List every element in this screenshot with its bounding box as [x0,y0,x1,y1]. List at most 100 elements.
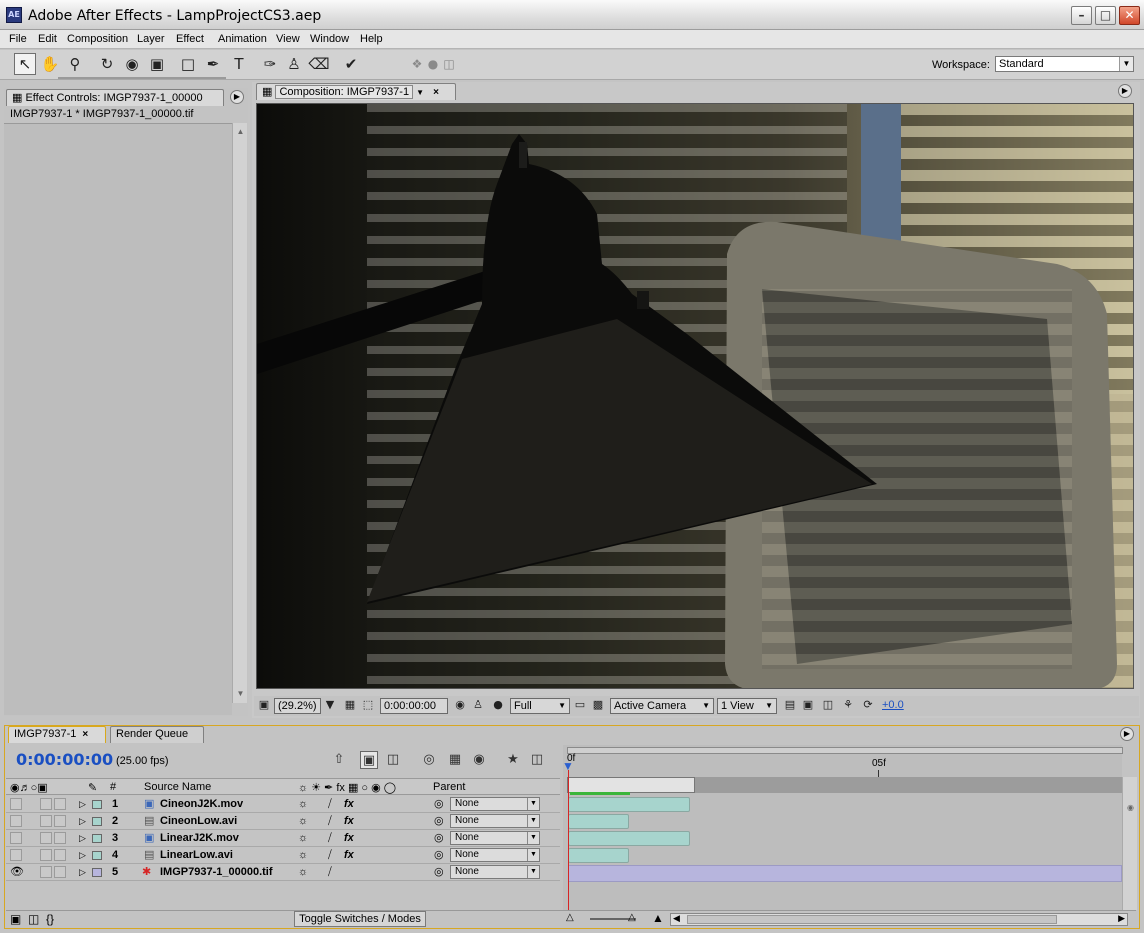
quality-switch-icon[interactable]: ⧸ [328,813,332,829]
mask-visibility-icon[interactable]: ⬚ [360,698,376,714]
minimize-button[interactable]: – [1071,6,1092,25]
snapshot-icon[interactable]: ◉ [452,698,468,714]
menu-animation[interactable]: Animation [218,33,267,45]
solo-switch[interactable] [40,866,52,878]
layer-row[interactable]: ▷ 4 ▤ LinearLow.avi ☼ ⧸ fx ◎ None ▼ [6,847,560,864]
puppet-pin-tool-icon[interactable]: ✔ [340,53,362,75]
panel-menu-icon[interactable]: ▶ [1118,84,1132,98]
rectangle-mask-tool-icon[interactable]: □ [177,53,199,75]
effects-switch-icon[interactable]: fx [344,796,354,812]
resolution-select[interactable]: Full ▼ [510,698,570,714]
zoom-tool-icon[interactable]: ⚲ [64,53,86,75]
maximize-button[interactable]: □ [1095,6,1116,25]
always-preview-icon[interactable]: ▣ [256,698,272,714]
solo-switch[interactable] [40,849,52,861]
timeline-icon[interactable]: ◫ [820,698,836,714]
layer-label-color[interactable] [92,868,102,877]
quality-switch-icon[interactable]: ⧸ [328,796,332,812]
solo-switch[interactable] [40,798,52,810]
graph-editor-icon[interactable]: ◫ [528,751,546,769]
tab-composition[interactable]: ▦ Composition: IMGP7937-1 ▼ × [256,83,456,100]
parent-select[interactable]: None ▼ [450,814,540,828]
transparency-grid-icon[interactable]: ▩ [590,698,606,714]
fast-previews-icon[interactable]: ▣ [800,698,816,714]
effect-controls-scrollbar[interactable]: ▲ ▼ [232,123,247,703]
comp-mini-flowchart-icon[interactable]: ⇧ [330,751,348,769]
layer-duration-bar[interactable] [568,797,690,812]
hand-tool-icon[interactable]: ✋ [39,53,61,75]
effects-switch-icon[interactable]: fx [344,847,354,863]
panel-menu-icon[interactable]: ▶ [1120,727,1134,741]
current-time-indicator[interactable] [568,770,569,910]
timeline-timecode[interactable]: 0:00:00:00 [16,750,113,769]
column-source-name[interactable]: Source Name [144,781,211,793]
quality-switch-icon[interactable]: ⧸ [328,830,332,846]
shy-switch-icon[interactable]: ☼ [298,864,308,880]
menu-help[interactable]: Help [360,33,383,45]
close-window-button[interactable]: ✕ [1119,6,1140,25]
timeline-horizontal-scrollbar[interactable]: ◀ ▶ [670,913,1128,926]
pickwhip-icon[interactable]: ◎ [434,813,444,829]
layer-duration-bar[interactable] [568,831,690,846]
tab-render-queue[interactable]: Render Queue [110,726,204,743]
view-layout-select[interactable]: 1 View ▼ [717,698,777,714]
layer-switches-pane-icon[interactable]: ▣ [10,912,21,926]
quality-switch-icon[interactable]: ⧸ [328,864,332,880]
effects-switch-icon[interactable]: fx [344,830,354,846]
parent-select[interactable]: None ▼ [450,848,540,862]
frame-blending-icon[interactable]: ▦ [446,751,464,769]
draft-3d-icon[interactable]: ◫ [384,751,402,769]
pickwhip-icon[interactable]: ◎ [434,830,444,846]
brush-tool-icon[interactable]: ✑ [259,53,281,75]
orbit-camera-tool-icon[interactable]: ◉ [121,53,143,75]
toggle-switches-modes-button[interactable]: Toggle Switches / Modes [294,911,426,927]
menu-window[interactable]: Window [310,33,349,45]
toggle-pixel-aspect-icon[interactable]: ▤ [782,698,798,714]
lock-switch[interactable] [54,849,66,861]
selection-tool-icon[interactable]: ↖ [14,53,36,75]
zoom-slider-thumb-icon[interactable]: △ [628,912,636,923]
view-axis-mode-icon[interactable]: ◫ [438,53,460,75]
brainstorm-icon[interactable]: ★ [504,751,522,769]
lock-switch[interactable] [54,866,66,878]
video-switch[interactable] [10,832,22,844]
scroll-down-icon[interactable]: ▼ [233,687,248,701]
pickwhip-icon[interactable]: ◎ [434,796,444,812]
layer-switches-icon[interactable]: ☼ ☀ ✒ fx ▦ ○ ◉ ◯ [298,781,396,794]
comp-button-icon[interactable]: ◉ [1123,801,1138,815]
expand-triangle-icon[interactable]: ▷ [79,847,86,863]
expand-triangle-icon[interactable]: ▷ [79,864,86,880]
time-navigator[interactable] [567,747,1123,754]
tab-effect-controls[interactable]: ▦ Effect Controls: IMGP7937-1_00000 [6,89,224,106]
av-features-icon[interactable]: ◉♬○▣ [10,781,48,794]
hide-shy-layers-icon[interactable]: ◎ [420,751,438,769]
cti-head-icon[interactable]: ▼ [562,760,574,772]
shy-switch-icon[interactable]: ☼ [298,796,308,812]
clone-stamp-tool-icon[interactable]: ♙ [283,53,305,75]
layer-label-color[interactable] [92,834,102,843]
layer-name[interactable]: IMGP7937-1_00000.tif [160,864,273,880]
work-area-bar[interactable] [567,777,695,793]
expand-triangle-icon[interactable]: ▷ [79,830,86,846]
layer-name[interactable]: CineonLow.avi [160,813,237,829]
camera-select[interactable]: Active Camera ▼ [610,698,714,714]
lock-switch[interactable] [54,798,66,810]
layer-label-color[interactable] [92,800,102,809]
layer-label-color[interactable] [92,851,102,860]
text-tool-icon[interactable]: T [228,53,250,75]
timeline-graph-area[interactable] [563,745,1122,910]
close-tab-icon[interactable]: × [433,87,439,98]
zoom-select[interactable]: (29.2%) [274,698,321,714]
workspace-select[interactable]: Standard ▼ [995,56,1134,72]
layer-name[interactable]: CineonJ2K.mov [160,796,243,812]
video-switch[interactable] [10,849,22,861]
solo-switch[interactable] [40,815,52,827]
pan-behind-tool-icon[interactable]: ▣ [146,53,168,75]
tab-timeline-comp[interactable]: IMGP7937-1 × [8,726,106,743]
menu-file[interactable]: File [9,33,27,45]
layer-label-color[interactable] [92,817,102,826]
expand-triangle-icon[interactable]: ▷ [79,796,86,812]
layer-name[interactable]: LinearLow.avi [160,847,233,863]
column-number[interactable]: # [110,781,116,793]
region-of-interest-icon[interactable]: ▭ [572,698,588,714]
